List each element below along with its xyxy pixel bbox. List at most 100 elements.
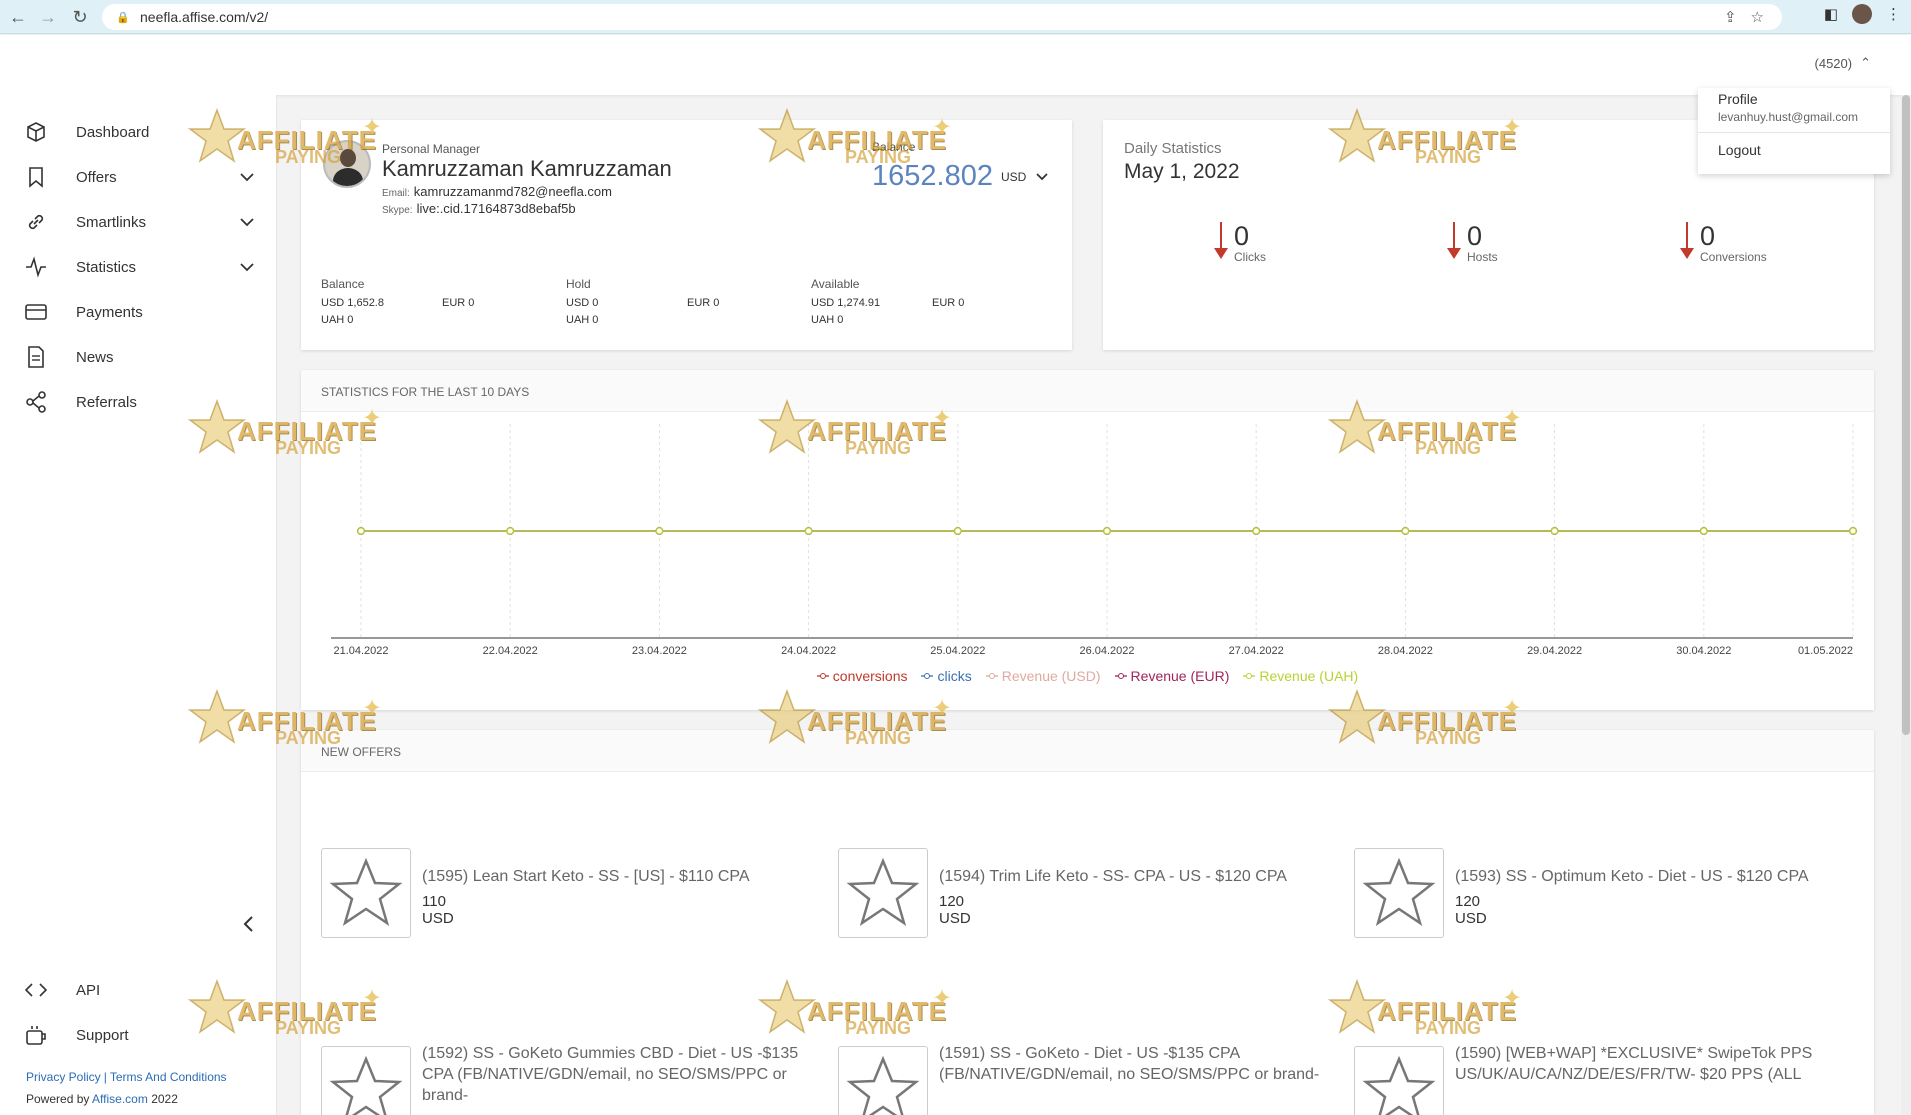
bookmark-star-icon[interactable]: ☆ xyxy=(1751,8,1764,26)
stat-clicks: 0 Clicks xyxy=(1214,222,1266,264)
finance-eur: EUR 0 xyxy=(932,297,965,309)
legend-marker xyxy=(985,673,998,679)
sidebar-item-offers[interactable]: Offers xyxy=(0,157,277,197)
data-point[interactable] xyxy=(1401,527,1410,535)
currency-select[interactable]: USD xyxy=(1001,170,1048,184)
manager-avatar xyxy=(323,140,371,188)
sidebar-item-label: Dashboard xyxy=(76,123,150,141)
data-point[interactable] xyxy=(1550,527,1559,535)
app-header: (4520) ⌃ xyxy=(0,35,1911,95)
sidebar-item-referrals[interactable]: Referrals xyxy=(0,382,277,422)
sidebar-item-statistics[interactable]: Statistics xyxy=(0,247,277,287)
logout-menu-item[interactable]: Logout xyxy=(1718,142,1870,158)
forward-icon[interactable]: → xyxy=(33,2,63,32)
offer-title[interactable]: (1592) SS - GoKeto Gummies CBD - Diet - … xyxy=(422,1043,822,1106)
data-point[interactable] xyxy=(1103,527,1111,535)
chevron-down-icon xyxy=(240,215,254,230)
data-point[interactable] xyxy=(655,527,664,535)
offer-title[interactable]: (1593) SS - Optimum Keto - Diet - US - $… xyxy=(1455,866,1855,887)
footer-year: 2022 xyxy=(151,1092,178,1106)
sidebar-item-support[interactable]: Support xyxy=(0,1015,277,1055)
powered-prefix: Powered by xyxy=(26,1092,90,1106)
share-icon[interactable]: ⇪ xyxy=(1724,8,1737,26)
offer-price: 120 USD xyxy=(939,893,971,927)
share-icon xyxy=(25,391,47,413)
terms-link[interactable]: Terms And Conditions xyxy=(110,1070,227,1084)
privacy-policy-link[interactable]: Privacy Policy xyxy=(26,1070,101,1084)
x-tick-label: 30.04.2022 xyxy=(1676,645,1731,657)
star-icon xyxy=(321,1046,411,1115)
daily-stats-date: May 1, 2022 xyxy=(1124,160,1240,183)
collapse-sidebar-icon[interactable] xyxy=(242,915,254,938)
x-tick-label: 27.04.2022 xyxy=(1229,645,1284,657)
offer-price: 110 USD xyxy=(422,893,454,927)
finance-uah: UAH 0 xyxy=(811,314,844,326)
sidebar-item-label: Smartlinks xyxy=(76,213,147,231)
finance-title: Hold xyxy=(566,277,591,291)
x-tick-label: 26.04.2022 xyxy=(1079,645,1134,657)
data-point[interactable] xyxy=(506,527,515,535)
stat-value: 0 xyxy=(1234,221,1250,251)
sidebar-item-api[interactable]: API xyxy=(0,970,277,1010)
arrow-down-icon xyxy=(1680,222,1694,260)
menu-kebab-icon[interactable]: ⋮ xyxy=(1886,5,1901,23)
sidebar-item-dashboard[interactable]: Dashboard xyxy=(0,112,277,152)
legend-label: Revenue (USD) xyxy=(1001,668,1101,684)
page-scrollbar[interactable] xyxy=(1901,95,1911,1115)
legend-item[interactable]: Revenue (USD) xyxy=(985,668,1101,684)
back-icon[interactable]: ← xyxy=(3,2,33,32)
manager-skype[interactable]: live:.cid.17164873d8ebaf5b xyxy=(417,201,576,216)
card-icon xyxy=(25,301,47,323)
star-icon xyxy=(1354,848,1444,938)
legend-label: conversions xyxy=(832,668,908,684)
finance-available: Available USD 1,274.91 EUR 0 UAH 0 xyxy=(811,277,964,331)
sidebar-item-label: Payments xyxy=(76,303,143,321)
offer-title[interactable]: (1595) Lean Start Keto - SS - [US] - $11… xyxy=(422,866,822,887)
offer-title[interactable]: (1594) Trim Life Keto - SS- CPA - US - $… xyxy=(939,866,1339,887)
legend-item[interactable]: clicks xyxy=(921,668,972,684)
sidepanel-icon[interactable]: ◧ xyxy=(1824,5,1838,23)
profile-menu-item[interactable]: Profile xyxy=(1718,91,1870,107)
data-point[interactable] xyxy=(357,527,365,535)
legend-marker xyxy=(1243,673,1256,679)
data-point[interactable] xyxy=(1699,527,1708,535)
legend-item[interactable]: conversions xyxy=(816,668,908,684)
x-tick-label: 28.04.2022 xyxy=(1378,645,1433,657)
sidebar-item-payments[interactable]: Payments xyxy=(0,292,277,332)
data-point[interactable] xyxy=(1252,527,1261,535)
finance-usd: USD 1,274.91 xyxy=(811,297,881,309)
stat-conversions: 0 Conversions xyxy=(1680,222,1767,264)
statistics-line-chart: 21.04.2022 22.04.2022 23.04.2022 24.04.2022… xyxy=(331,424,1857,657)
browser-toolbar: ← → ↻ 🔒 neefla.affise.com/v2/ ⇪ ☆ ◧ ⋮ xyxy=(0,0,1911,34)
data-point[interactable] xyxy=(953,527,962,535)
sidebar-item-news[interactable]: News xyxy=(0,337,277,377)
browser-profile-avatar[interactable] xyxy=(1852,4,1872,24)
affise-link[interactable]: Affise.com xyxy=(92,1092,148,1106)
chevron-down-icon xyxy=(240,170,254,185)
chevron-down-icon xyxy=(1036,170,1048,184)
offer-title[interactable]: (1591) SS - GoKeto - Diet - US -$135 CPA… xyxy=(939,1043,1339,1085)
manager-skype-row: Skype: live:.cid.17164873d8ebaf5b xyxy=(382,201,576,216)
new-offers-card: NEW OFFERS (1595) Lean Start Keto - SS -… xyxy=(301,730,1874,1115)
address-bar[interactable]: 🔒 neefla.affise.com/v2/ ⇪ ☆ xyxy=(102,4,1782,30)
manager-email[interactable]: kamruzzamanmd782@neefla.com xyxy=(414,184,612,199)
chart-legend: conversions clicks Revenue (USD) Revenue (E… xyxy=(301,668,1874,684)
legend-item[interactable]: Revenue (UAH) xyxy=(1243,668,1358,684)
currency-label: USD xyxy=(1001,170,1027,184)
data-point[interactable] xyxy=(804,527,813,535)
user-dropdown-menu: Profile levanhuy.hust@gmail.com Logout xyxy=(1698,88,1890,174)
lock-icon: 🔒 xyxy=(116,11,130,24)
legend-marker xyxy=(921,673,934,679)
sidebar-item-smartlinks[interactable]: Smartlinks xyxy=(0,202,277,242)
offer-title[interactable]: (1590) [WEB+WAP] *EXCLUSIVE* SwipeTok PP… xyxy=(1455,1043,1855,1085)
finance-usd: USD 0 xyxy=(566,297,599,309)
finance-uah: UAH 0 xyxy=(321,314,354,326)
user-menu-toggle[interactable]: (4520) ⌃ xyxy=(1815,55,1871,71)
star-icon xyxy=(838,1046,928,1115)
data-point[interactable] xyxy=(1849,527,1857,535)
legend-item[interactable]: Revenue (EUR) xyxy=(1114,668,1229,684)
sidebar-item-label: API xyxy=(76,981,101,999)
x-tick-label: 23.04.2022 xyxy=(632,645,687,657)
scrollbar-thumb[interactable] xyxy=(1902,95,1910,735)
reload-icon[interactable]: ↻ xyxy=(65,2,95,32)
